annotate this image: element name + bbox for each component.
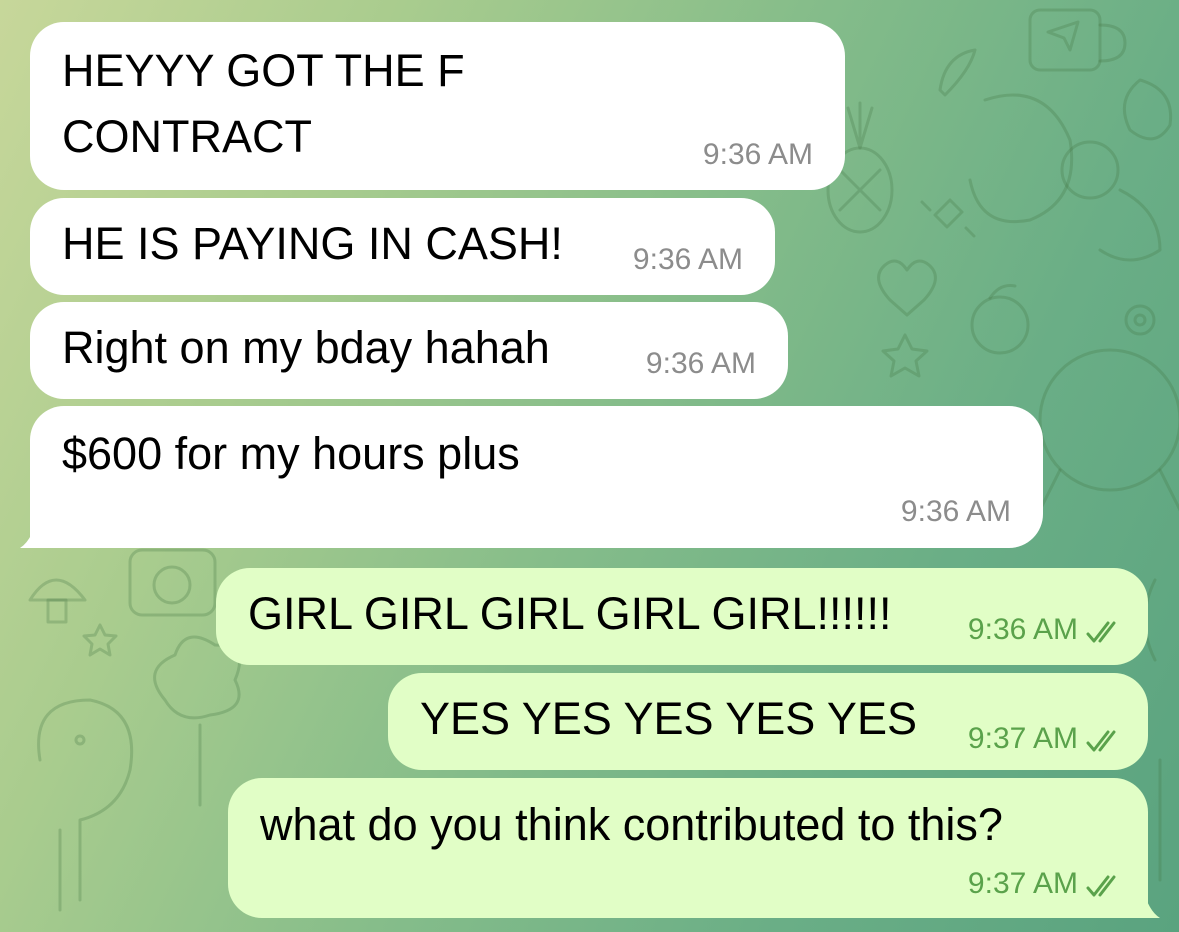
message-text-line: $600 for my hours plus	[62, 428, 520, 479]
message-text-line: HEYYY GOT THE F	[62, 45, 465, 96]
redaction-block	[605, 424, 1015, 484]
double-check-icon	[1086, 875, 1116, 897]
incoming-message-bubble[interactable]: $600 for my hours plus 9:36 AM	[30, 406, 1043, 548]
message-text-line: HE IS PAYING IN CASH!	[62, 218, 563, 269]
incoming-message-bubble[interactable]: HE IS PAYING IN CASH! 9:36 AM	[30, 198, 775, 295]
double-check-icon	[1086, 621, 1116, 643]
chat-messages: HEYYY GOT THE F CONTRACT 9:36 AM HE IS P…	[0, 0, 1179, 932]
message-text-line: GIRL GIRL GIRL GIRL GIRL!!!!!!	[248, 588, 892, 639]
message-timestamp: 9:36 AM	[702, 138, 813, 171]
outgoing-message-bubble[interactable]: GIRL GIRL GIRL GIRL GIRL!!!!!! 9:36 AM	[216, 568, 1148, 665]
outgoing-message-bubble[interactable]: YES YES YES YES YES 9:37 AM	[388, 673, 1148, 770]
outgoing-message-bubble[interactable]: what do you think contributed to this? 9…	[228, 778, 1148, 918]
incoming-message-bubble[interactable]: Right on my bday hahah 9:36 AM	[30, 302, 788, 399]
redaction-block	[482, 42, 812, 102]
message-text-line: CONTRACT	[62, 111, 312, 162]
message-text-line: what do you think contributed to this?	[260, 799, 1003, 850]
incoming-message-bubble[interactable]: HEYYY GOT THE F CONTRACT 9:36 AM	[30, 22, 845, 190]
message-timestamp: 9:36 AM	[900, 495, 1011, 528]
message-text-line: YES YES YES YES YES	[420, 693, 917, 744]
double-check-icon	[1086, 730, 1116, 752]
message-timestamp: 9:37 AM	[967, 867, 1078, 900]
message-timestamp: 9:37 AM	[967, 722, 1078, 755]
message-timestamp: 9:36 AM	[632, 243, 743, 276]
message-text-line: Right on my bday hahah	[62, 322, 550, 373]
message-timestamp: 9:36 AM	[967, 613, 1078, 646]
message-timestamp: 9:36 AM	[645, 347, 756, 380]
